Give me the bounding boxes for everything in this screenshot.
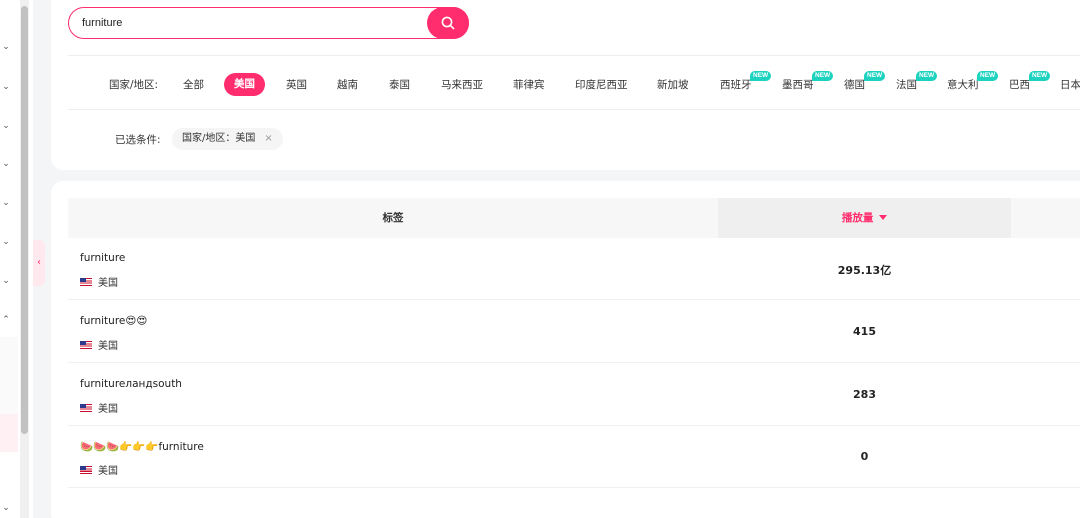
us-flag-icon — [80, 403, 92, 412]
chevron-down-icon[interactable]: ⌄ — [0, 276, 12, 286]
table-row[interactable]: furniture😍😍 美国 415 — [68, 301, 1080, 363]
play-count: 0 — [860, 450, 869, 463]
new-badge: NEW — [812, 71, 834, 81]
collapse-sidebar-button[interactable]: ‹ — [33, 240, 45, 286]
us-flag-icon — [80, 340, 92, 349]
tag-region: 美国 — [80, 400, 118, 415]
divider — [68, 109, 1080, 110]
chevron-down-icon[interactable]: ⌄ — [0, 159, 12, 169]
new-badge: NEW — [864, 71, 886, 81]
country-option[interactable]: 印度尼西亚 — [575, 77, 628, 92]
sidebar: ⌄ ⌄ ⌄ ⌄ ⌄ ⌄ ⌄ ⌃ ⌄ — [0, 0, 33, 518]
country-option[interactable]: 美国 — [224, 73, 265, 96]
tag-name[interactable]: furnitureлaндsouth — [80, 378, 182, 390]
country-option[interactable]: 意大利 — [947, 77, 979, 92]
table-header: 标签 播放量 — [68, 198, 1080, 238]
tag-name[interactable]: furniture — [80, 252, 125, 264]
results-table: 标签 播放量 furniture 美国 295.13亿 furniture😍😍 美国 41… — [51, 181, 1080, 518]
region-label: 美国 — [98, 404, 118, 415]
region-label: 美国 — [98, 341, 118, 352]
new-badge: NEW — [750, 71, 772, 81]
play-count: 415 — [853, 325, 876, 338]
country-option[interactable]: 马来西亚 — [441, 77, 483, 92]
country-option[interactable]: 泰国 — [389, 77, 410, 92]
country-option[interactable]: 巴西 — [1009, 77, 1030, 92]
search-input[interactable] — [82, 14, 412, 32]
country-option[interactable]: 日本 — [1060, 77, 1080, 92]
column-header-extra — [1011, 198, 1080, 238]
tag-name[interactable]: 🍉🍉🍉👉👉👉furniture — [80, 440, 204, 453]
caret-down-icon — [879, 215, 888, 220]
selected-conditions-label: 已选条件: — [115, 134, 161, 146]
search-button[interactable] — [427, 6, 469, 39]
country-option[interactable]: 越南 — [337, 77, 358, 92]
tag-region: 美国 — [80, 274, 118, 289]
region-label: 美国 — [98, 278, 118, 289]
chevron-down-icon[interactable]: ⌄ — [0, 42, 12, 52]
chevron-down-icon[interactable]: ⌄ — [0, 121, 12, 131]
filter-panel: 国家/地区: 全部美国英国越南泰国马来西亚菲律宾印度尼西亚新加坡西班牙NEW墨西… — [51, 0, 1080, 170]
table-row[interactable]: furniture 美国 295.13亿 — [68, 238, 1080, 300]
region-label: 美国 — [98, 466, 118, 477]
search-icon — [441, 16, 455, 29]
column-header-plays[interactable]: 播放量 — [718, 198, 1011, 238]
play-count: 283 — [853, 388, 876, 401]
chevron-left-icon: ‹ — [37, 257, 41, 268]
chevron-down-icon[interactable]: ⌄ — [0, 198, 12, 208]
sidebar-selected-item[interactable] — [0, 414, 18, 452]
chevron-down-icon[interactable]: ⌄ — [0, 82, 12, 92]
column-header-tag: 标签 — [382, 212, 404, 224]
close-icon[interactable]: × — [264, 133, 272, 144]
column-header-plays-label: 播放量 — [841, 212, 874, 224]
tag-region: 美国 — [80, 462, 118, 477]
country-option[interactable]: 德国 — [844, 77, 865, 92]
country-option[interactable]: 菲律宾 — [513, 77, 545, 92]
selected-condition-text: 国家/地区：美国 — [182, 133, 256, 144]
new-badge: NEW — [1029, 71, 1051, 81]
table-row[interactable]: furnitureлaндsouth 美国 283 — [68, 364, 1080, 426]
chevron-down-icon[interactable]: ⌄ — [0, 503, 12, 513]
us-flag-icon — [80, 277, 92, 286]
chevron-down-icon[interactable]: ⌄ — [0, 237, 12, 247]
country-option[interactable]: 墨西哥 — [782, 77, 814, 92]
chevron-up-icon[interactable]: ⌃ — [0, 315, 12, 325]
search-bar — [68, 6, 469, 39]
divider — [68, 55, 1080, 56]
tag-region: 美国 — [80, 337, 118, 352]
new-badge: NEW — [916, 71, 938, 81]
sidebar-scrollbar-thumb[interactable] — [21, 6, 28, 434]
new-badge: NEW — [977, 71, 999, 81]
country-filter-label: 国家/地区: — [109, 79, 159, 91]
country-option[interactable]: 英国 — [286, 77, 307, 92]
tag-name[interactable]: furniture😍😍 — [80, 315, 147, 327]
country-option[interactable]: 新加坡 — [657, 77, 689, 92]
country-option[interactable]: 法国 — [896, 77, 917, 92]
selected-condition-chip[interactable]: 国家/地区：美国 × — [172, 128, 283, 150]
table-row[interactable]: 🍉🍉🍉👉👉👉furniture 美国 0 — [68, 426, 1080, 488]
country-option[interactable]: 全部 — [183, 77, 204, 92]
play-count: 295.13亿 — [837, 264, 892, 277]
us-flag-icon — [80, 465, 92, 474]
country-option[interactable]: 西班牙 — [720, 77, 752, 92]
